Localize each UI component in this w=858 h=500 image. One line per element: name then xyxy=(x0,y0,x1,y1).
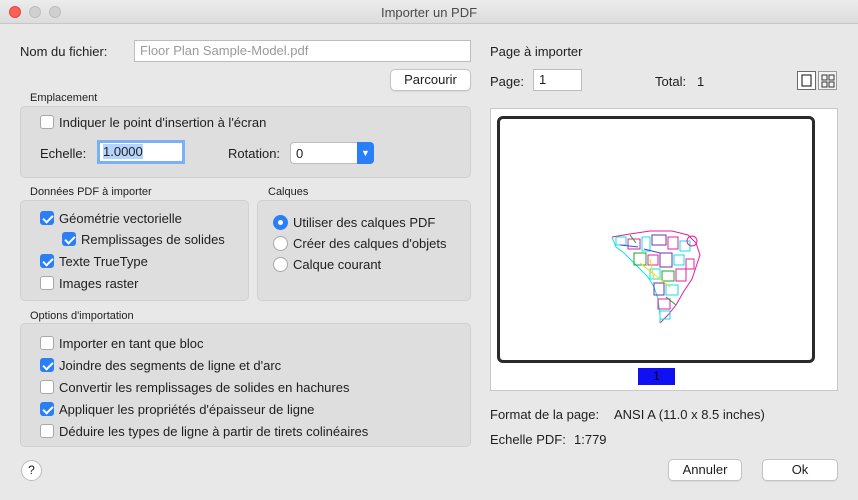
scale-input-value: 1.0000 xyxy=(103,144,143,159)
vector-geometry-checkbox[interactable] xyxy=(40,211,54,225)
current-layer-radio[interactable] xyxy=(273,257,288,272)
solid-fills-checkbox[interactable] xyxy=(62,232,76,246)
insertion-point-label: Indiquer le point d'insertion à l'écran xyxy=(59,115,267,130)
pdf-scale-value: 1:779 xyxy=(574,432,607,447)
current-layer-label: Calque courant xyxy=(293,257,382,272)
rotation-select-value: 0 xyxy=(296,146,304,161)
apply-lineweight-checkbox[interactable] xyxy=(40,402,54,416)
import-as-block-checkbox[interactable] xyxy=(40,336,54,350)
help-icon: ? xyxy=(28,463,35,477)
use-pdf-layers-label: Utiliser des calques PDF xyxy=(293,215,436,230)
infer-linetypes-checkbox[interactable] xyxy=(40,424,54,438)
rotation-label: Rotation: xyxy=(228,146,281,161)
convert-fills-label: Convertir les remplissages de solides en… xyxy=(59,380,350,395)
grid-view-button[interactable] xyxy=(818,71,837,90)
convert-fills-checkbox[interactable] xyxy=(40,380,54,394)
truetype-text-label: Texte TrueType xyxy=(59,254,148,269)
raster-images-label: Images raster xyxy=(59,276,139,291)
pdf-scale-label: Echelle PDF: xyxy=(490,432,566,447)
truetype-text-checkbox[interactable] xyxy=(40,254,54,268)
current-page-badge[interactable]: 1 xyxy=(638,368,675,385)
single-page-view-button[interactable] xyxy=(797,71,816,90)
rotation-select[interactable]: 0 ▼ xyxy=(290,142,374,164)
join-segments-checkbox[interactable] xyxy=(40,358,54,372)
file-name-label: Nom du fichier: xyxy=(20,44,108,59)
emplacement-group-title: Emplacement xyxy=(30,92,98,104)
page-format-label: Format de la page: xyxy=(490,407,600,422)
single-page-view-icon xyxy=(801,74,812,87)
use-pdf-layers-radio[interactable] xyxy=(273,215,288,230)
apply-lineweight-label: Appliquer les propriétés d'épaisseur de … xyxy=(59,402,315,417)
page-format-value: ANSI A (11.0 x 8.5 inches) xyxy=(614,407,765,422)
page-section-title: Page à importer xyxy=(490,44,583,59)
ok-button[interactable]: Ok xyxy=(762,459,838,481)
total-pages-label: Total: xyxy=(655,74,687,89)
object-layers-radio[interactable] xyxy=(273,236,288,251)
scale-label: Echelle: xyxy=(40,146,87,161)
page-preview-sheet[interactable] xyxy=(497,116,815,363)
vector-geometry-label: Géométrie vectorielle xyxy=(59,211,182,226)
solid-fills-label: Remplissages de solides xyxy=(81,232,225,247)
browse-button[interactable]: Parcourir xyxy=(390,69,471,91)
help-button[interactable]: ? xyxy=(21,460,42,481)
raster-images-checkbox[interactable] xyxy=(40,276,54,290)
grid-view-icon xyxy=(821,74,835,88)
title-bar: Importer un PDF xyxy=(0,0,858,24)
floor-plan-thumbnail-icon xyxy=(611,230,701,324)
cancel-button[interactable]: Annuler xyxy=(668,459,742,481)
page-number-label: Page: xyxy=(490,74,524,89)
page-number-input[interactable]: 1 xyxy=(533,69,582,91)
import-as-block-label: Importer en tant que bloc xyxy=(59,336,204,351)
scale-input[interactable]: 1.0000 xyxy=(97,140,185,164)
insertion-point-checkbox[interactable] xyxy=(40,115,54,129)
infer-linetypes-label: Déduire les types de ligne à partir de t… xyxy=(59,424,369,439)
pdf-data-group-title: Données PDF à importer xyxy=(30,186,152,198)
join-segments-label: Joindre des segments de ligne et d'arc xyxy=(59,358,282,373)
chevron-updown-icon: ▼ xyxy=(357,142,374,164)
layers-group-title: Calques xyxy=(268,186,309,198)
total-pages-value: 1 xyxy=(697,74,705,89)
file-name-field[interactable]: Floor Plan Sample-Model.pdf xyxy=(134,40,471,62)
window-title: Importer un PDF xyxy=(380,5,478,20)
import-options-group-title: Options d'importation xyxy=(30,310,134,322)
object-layers-label: Créer des calques d'objets xyxy=(293,236,447,251)
